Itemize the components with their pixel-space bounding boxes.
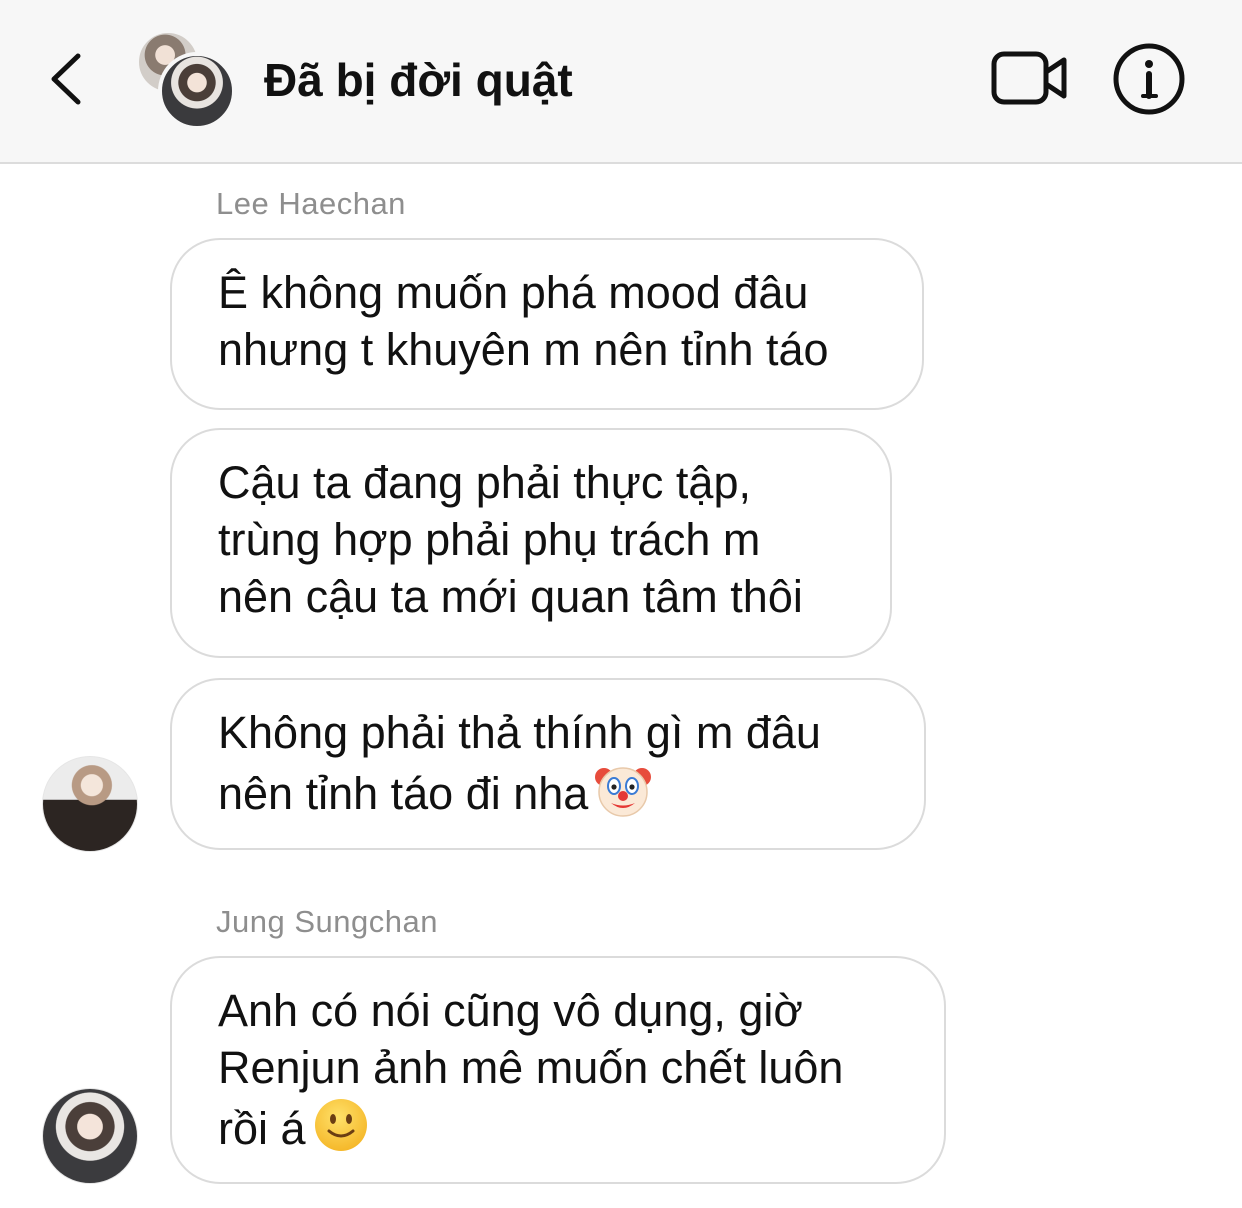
message-text: Ê không muốn phá mood đâu nhưng t khuyên… [218, 267, 829, 375]
message-bubble[interactable]: Không phải thả thính gì m đâu nên tỉnh t… [170, 678, 926, 850]
message-text-container: Anh có nói cũng vô dụng, giờ Renjun ảnh … [218, 982, 898, 1167]
group-avatar[interactable] [136, 30, 240, 130]
avatar-lee-haechan[interactable] [42, 756, 138, 852]
message-text: Không phải thả thính gì m đâu nên tỉnh t… [218, 707, 821, 819]
message-bubble[interactable]: Ê không muốn phá mood đâu nhưng t khuyên… [170, 238, 924, 410]
avatar-jung-sungchan[interactable] [42, 1088, 138, 1184]
chat-header: Đã bị đời quật [0, 0, 1242, 164]
sender-name: Jung Sungchan [216, 904, 438, 939]
back-button[interactable] [36, 44, 96, 114]
message-bubble[interactable]: Anh có nói cũng vô dụng, giờ Renjun ảnh … [170, 956, 946, 1184]
info-icon [1113, 43, 1185, 115]
message-bubble[interactable]: Cậu ta đang phải thực tập, trùng hợp phả… [170, 428, 892, 658]
clown-face-emoji [594, 761, 652, 832]
chevron-left-icon [51, 53, 81, 105]
thread-title[interactable]: Đã bị đời quật [264, 50, 573, 110]
video-camera-icon [991, 51, 1067, 105]
group-avatar-front [158, 52, 236, 130]
message-text: Cậu ta đang phải thực tập, trùng hợp phả… [218, 457, 803, 622]
slightly-smiling-face-emoji [312, 1096, 370, 1167]
message-text-container: Không phải thả thính gì m đâu nên tỉnh t… [218, 704, 878, 832]
video-call-button[interactable] [990, 48, 1070, 110]
info-button[interactable] [1112, 42, 1186, 116]
sender-name: Lee Haechan [216, 186, 406, 221]
